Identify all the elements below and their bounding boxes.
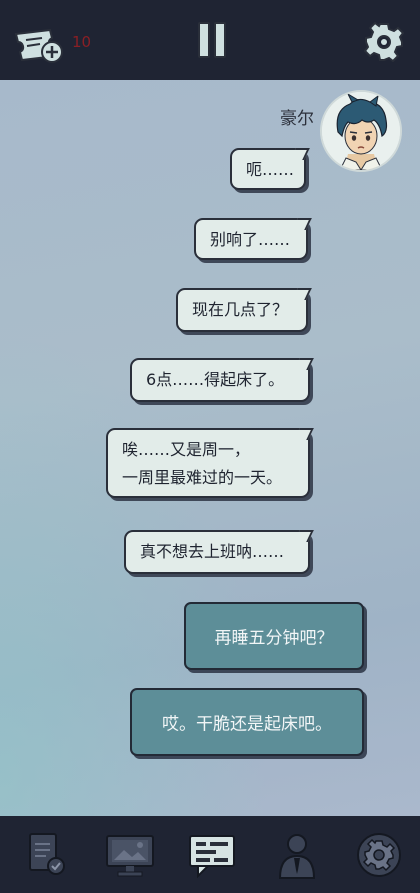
message-bubble: 呃……: [230, 148, 306, 190]
message-text: 呃……: [246, 160, 295, 179]
avatar: [320, 90, 402, 172]
monitor-image-icon[interactable]: [104, 830, 158, 880]
chat-icon[interactable]: [186, 830, 240, 880]
message-bubble: 现在几点了？: [176, 288, 308, 332]
ticket-count: 10: [72, 33, 92, 51]
choice-button-get-up[interactable]: 哎。干脆还是起床吧。: [130, 688, 364, 756]
choice-button-sleep[interactable]: 再睡五分钟吧？: [184, 602, 364, 670]
document-check-icon[interactable]: [22, 830, 72, 880]
bottom-nav: [0, 816, 420, 893]
ticket-plus-icon[interactable]: [12, 24, 66, 64]
message-bubble: 别响了……: [194, 218, 308, 260]
message-text: 6点……得起床了。: [146, 370, 285, 389]
message-bubble: 6点……得起床了。: [130, 358, 310, 402]
message-text: 现在几点了？: [192, 300, 289, 319]
chat-area: 豪尔 呃…… 别响了…… 现在几点了？ 6点……得起床了。 唉……又是周一， 一…: [0, 80, 420, 816]
person-icon[interactable]: [272, 830, 322, 880]
message-text: 别响了……: [210, 230, 291, 249]
message-text: 真不想去上班呐……: [140, 542, 285, 561]
top-bar: 10: [0, 0, 420, 80]
message-bubble: 唉……又是周一， 一周里最难过的一天。: [106, 428, 310, 498]
message-text: 一周里最难过的一天。: [122, 468, 283, 487]
message-text: 唉……又是周一，: [122, 440, 251, 459]
gear-badge-icon[interactable]: [354, 830, 404, 880]
pause-icon[interactable]: [198, 22, 226, 58]
choice-label: 哎。干脆还是起床吧。: [162, 714, 332, 735]
choice-label: 再睡五分钟吧？: [214, 628, 334, 649]
speaker-name: 豪尔: [280, 109, 314, 129]
gear-icon[interactable]: [363, 21, 405, 63]
message-bubble: 真不想去上班呐……: [124, 530, 310, 574]
